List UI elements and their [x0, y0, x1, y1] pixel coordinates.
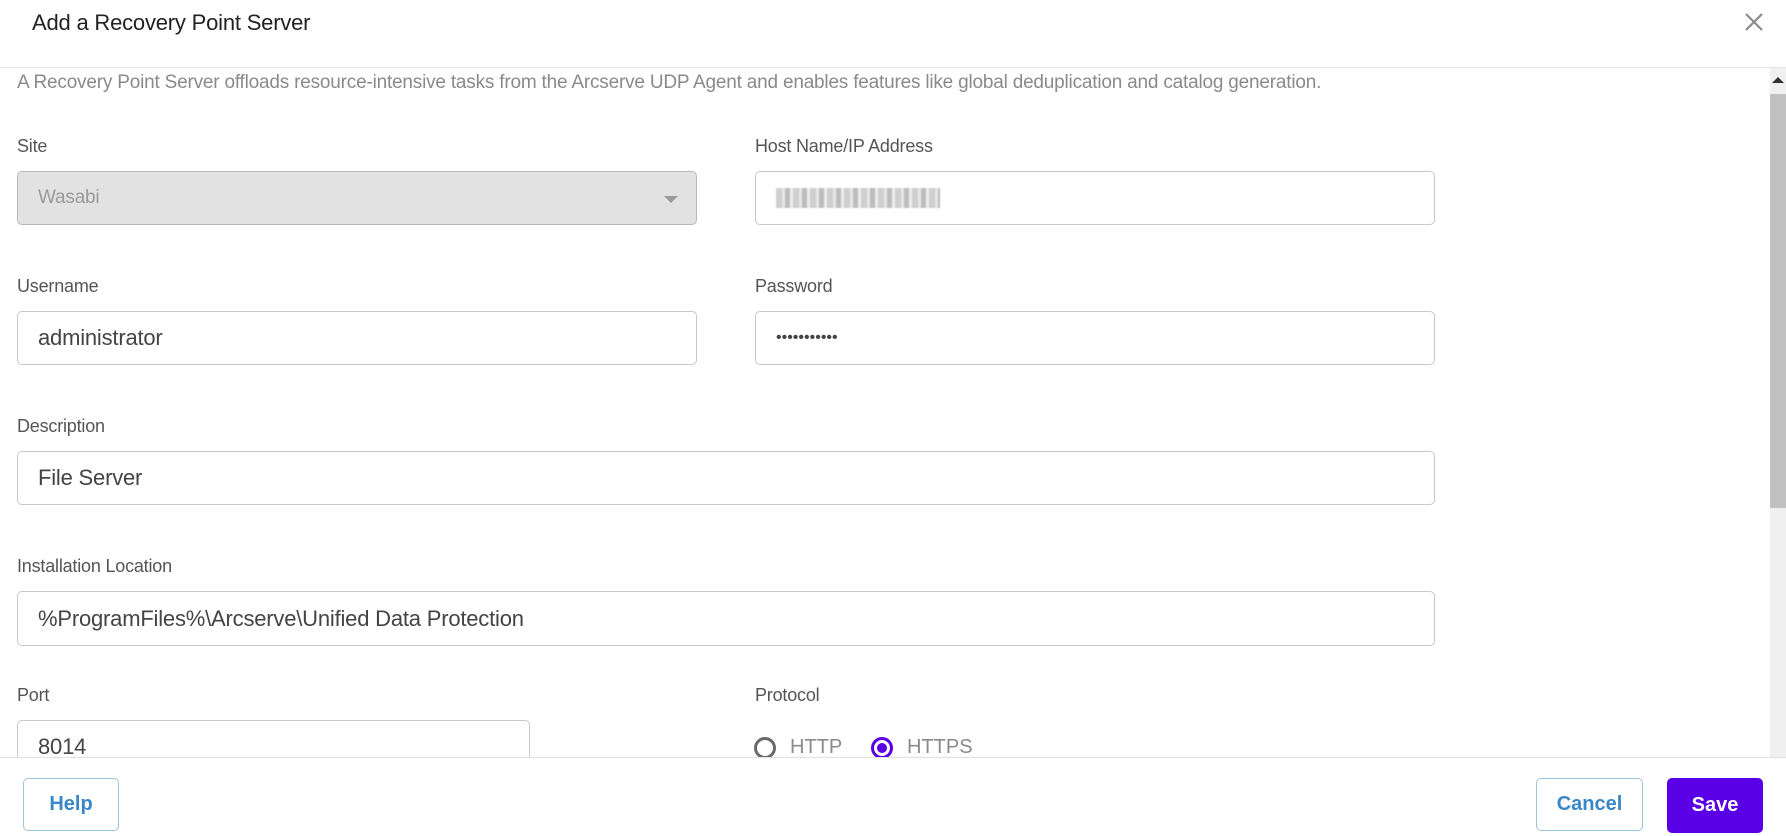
help-button[interactable]: Help	[23, 778, 119, 831]
dialog-footer: Help Cancel Save	[0, 757, 1786, 836]
host-label: Host Name/IP Address	[755, 136, 933, 156]
username-input[interactable]: administrator	[17, 311, 697, 365]
close-button[interactable]	[1740, 8, 1768, 36]
description-value: File Server	[38, 465, 143, 490]
site-select[interactable]: Wasabi	[17, 171, 697, 225]
password-label: Password	[755, 276, 833, 296]
intro-text: A Recovery Point Server offloads resourc…	[17, 72, 1322, 93]
save-button[interactable]: Save	[1667, 778, 1763, 833]
radio-checked-icon	[871, 736, 893, 757]
protocol-radio-https[interactable]: HTTPS	[871, 736, 973, 757]
password-value: •••••••••••	[776, 329, 838, 346]
protocol-radio-http[interactable]: HTTP	[754, 736, 842, 757]
password-input[interactable]: •••••••••••	[755, 311, 1435, 365]
port-label: Port	[17, 685, 50, 705]
protocol-https-label: HTTPS	[907, 736, 973, 757]
protocol-label: Protocol	[755, 685, 820, 705]
chevron-down-icon	[664, 196, 678, 203]
username-value: administrator	[38, 325, 163, 350]
install-location-input[interactable]: %ProgramFiles%\Arcserve\Unified Data Pro…	[17, 591, 1435, 646]
close-icon	[1745, 13, 1763, 31]
cancel-button[interactable]: Cancel	[1536, 778, 1643, 831]
install-location-value: %ProgramFiles%\Arcserve\Unified Data Pro…	[38, 605, 524, 631]
host-input[interactable]	[755, 171, 1435, 225]
site-value: Wasabi	[38, 187, 100, 208]
host-value-obscured	[776, 188, 940, 208]
port-input[interactable]: 8014	[17, 720, 530, 757]
username-label: Username	[17, 276, 99, 296]
description-input[interactable]: File Server	[17, 451, 1435, 505]
scrollbar-thumb[interactable]	[1770, 94, 1786, 508]
scroll-up-arrow-icon[interactable]	[1772, 77, 1784, 83]
install-location-label: Installation Location	[17, 556, 172, 576]
site-label: Site	[17, 136, 48, 156]
dialog-header: Add a Recovery Point Server	[0, 0, 1786, 68]
dialog-body: A Recovery Point Server offloads resourc…	[0, 68, 1770, 757]
port-value: 8014	[38, 734, 87, 757]
description-label: Description	[17, 416, 105, 436]
protocol-http-label: HTTP	[790, 736, 843, 757]
radio-unchecked-icon	[754, 736, 776, 757]
dialog-title: Add a Recovery Point Server	[32, 10, 311, 35]
